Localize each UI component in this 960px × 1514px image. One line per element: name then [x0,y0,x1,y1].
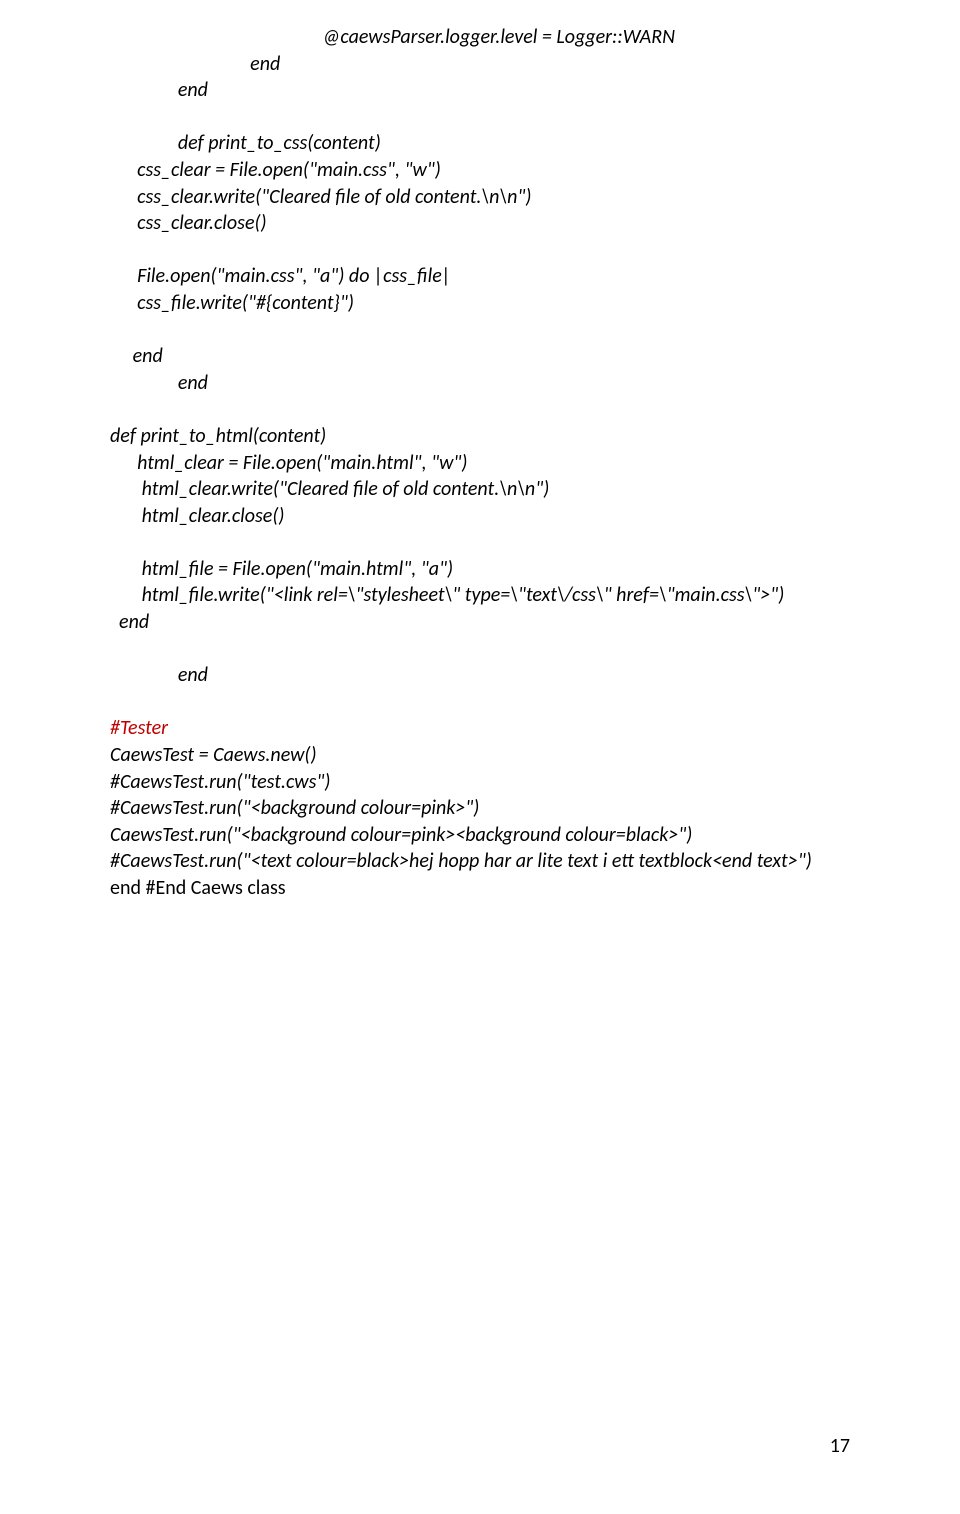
code-line: end #End Caews class [110,875,850,902]
code-line: #CaewsTest.run("<text colour=black>hej h… [110,848,850,875]
code-line: end [110,51,850,78]
code-line: end [110,662,850,689]
code-line: #CaewsTest.run("test.cws") [110,769,850,796]
code-line [110,396,850,423]
code-line: html_clear.write("Cleared file of old co… [110,476,850,503]
code-line [110,237,850,264]
code-line: end [110,343,850,370]
code-line: html_clear = File.open("main.html", "w") [110,450,850,477]
code-line [110,104,850,131]
code-line: File.open("main.css", "a") do |css_file| [110,263,850,290]
code-line: end [110,609,850,636]
page-number: 17 [830,1434,850,1458]
code-line: def print_to_css(content) [110,130,850,157]
code-line: end [110,77,850,104]
code-line [110,636,850,663]
code-line: html_file.write("<link rel=\"stylesheet\… [110,582,850,609]
code-line: def print_to_html(content) [110,423,850,450]
code-line [110,317,850,344]
comment-line: #Tester [110,715,850,742]
code-line: css_clear.close() [110,210,850,237]
page: @caewsParser.logger.level = Logger::WARN… [0,0,960,1514]
code-block: @caewsParser.logger.level = Logger::WARN… [110,24,850,902]
code-line: @caewsParser.logger.level = Logger::WARN [110,24,850,51]
code-line [110,689,850,716]
code-line: end [110,370,850,397]
code-line: html_file = File.open("main.html", "a") [110,556,850,583]
code-line: css_file.write("#{content}") [110,290,850,317]
code-line: css_clear = File.open("main.css", "w") [110,157,850,184]
code-line: #CaewsTest.run("<background colour=pink>… [110,795,850,822]
code-line: CaewsTest.run("<background colour=pink><… [110,822,850,849]
code-line [110,529,850,556]
code-line: CaewsTest = Caews.new() [110,742,850,769]
code-line: html_clear.close() [110,503,850,530]
code-line: css_clear.write("Cleared file of old con… [110,184,850,211]
